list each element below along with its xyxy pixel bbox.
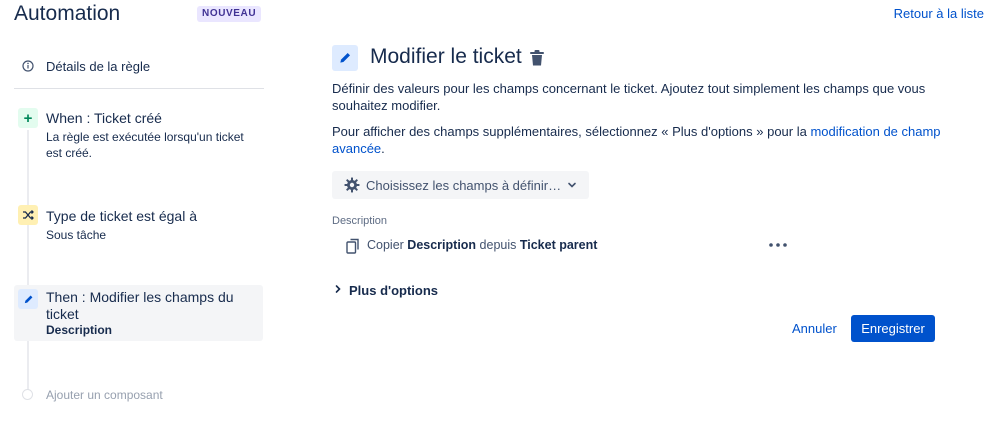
new-badge: NOUVEAU	[197, 6, 262, 22]
cancel-button[interactable]: Annuler	[786, 316, 843, 342]
copy-icon	[346, 238, 360, 259]
info-icon	[22, 59, 34, 72]
page-title: Modifier le ticket	[370, 45, 522, 68]
trigger-step-subtitle: La règle est exécutée lorsqu'un ticket e…	[46, 130, 244, 160]
value-source: Ticket parent	[519, 238, 598, 252]
add-component-dot	[22, 389, 33, 400]
plus-icon: +	[18, 108, 38, 128]
gear-icon	[344, 177, 360, 193]
condition-step-subtitle: Sous tâche	[46, 228, 107, 242]
more-options-toggle[interactable]: Plus d'options	[334, 281, 438, 299]
app-title: Automation	[14, 2, 121, 25]
more-actions-icon[interactable]	[766, 236, 790, 254]
rule-details-label: Détails de la règle	[46, 59, 151, 74]
chevron-down-icon	[567, 180, 577, 190]
back-to-list-link[interactable]: Retour à la liste	[894, 6, 984, 21]
choose-fields-button[interactable]: Choisissez les champs à définir…	[332, 171, 589, 199]
chevron-right-icon	[334, 281, 342, 299]
hint-text: Pour afficher des champs supplémentaires…	[332, 124, 811, 139]
hint-suffix: .	[381, 141, 385, 156]
trash-icon[interactable]	[529, 49, 545, 72]
add-component-link[interactable]: Ajouter un composant	[46, 388, 163, 402]
field-value[interactable]: Copier Description depuis Ticket parent	[367, 238, 597, 252]
rule-details-item[interactable]: Détails de la règle	[14, 52, 264, 89]
more-options-hint: Pour afficher des champs supplémentaires…	[332, 123, 942, 157]
shuffle-icon	[18, 205, 38, 225]
value-prefix: Copier	[367, 238, 408, 252]
edit-ticket-icon	[332, 45, 358, 71]
condition-step-title[interactable]: Type de ticket est égal à	[46, 208, 197, 224]
value-middle: depuis	[476, 238, 520, 252]
value-field: Description	[407, 238, 477, 252]
rule-timeline-line	[27, 130, 29, 392]
action-step-title: Then : Modifier les champs du ticket	[46, 289, 234, 322]
field-label-description: Description	[332, 215, 388, 227]
action-step-subtitle: Description	[46, 323, 113, 337]
pencil-icon	[18, 289, 38, 309]
trigger-step-title[interactable]: When : Ticket créé	[46, 110, 162, 126]
choose-fields-label: Choisissez les champs à définir…	[366, 177, 562, 193]
action-description: Définir des valeurs pour les champs conc…	[332, 81, 926, 113]
more-options-label: Plus d'options	[349, 282, 439, 298]
save-button[interactable]: Enregistrer	[851, 315, 935, 342]
